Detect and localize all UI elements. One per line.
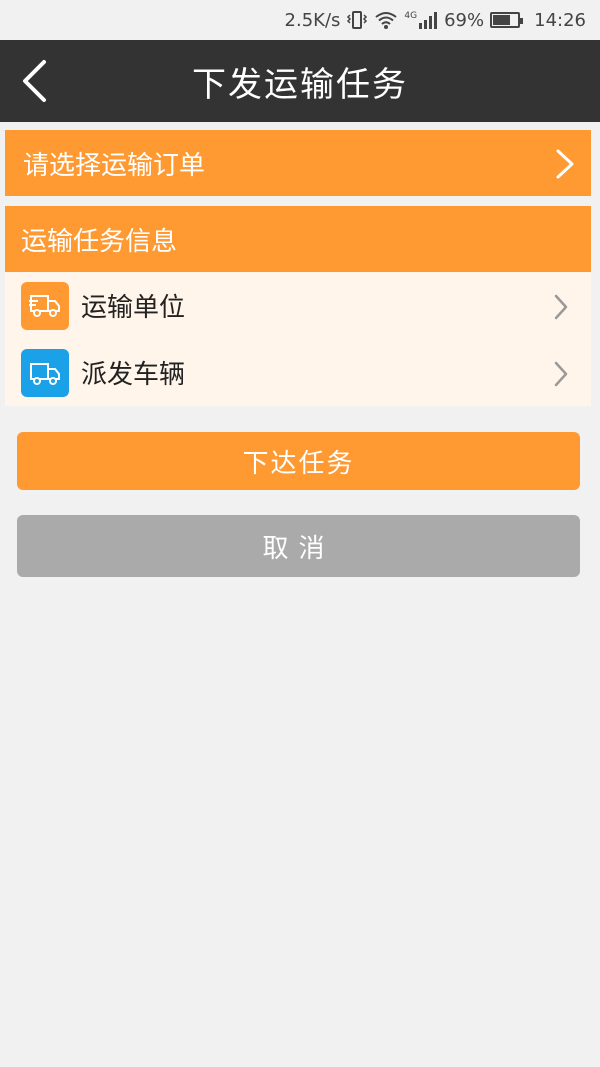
title-bar: 下发运输任务 xyxy=(0,40,600,122)
truck-icon xyxy=(21,348,69,397)
task-info-section: 运输任务信息 运输单位 派发车辆 xyxy=(5,206,591,406)
dispatch-vehicle-label: 派发车辆 xyxy=(81,360,186,390)
wifi-icon xyxy=(374,10,398,30)
select-order-label: 请选择运输订单 xyxy=(23,150,206,181)
chevron-left-icon xyxy=(23,60,46,102)
transport-unit-row[interactable]: 运输单位 xyxy=(5,272,591,339)
chevron-right-icon xyxy=(554,361,568,387)
battery-fill xyxy=(493,15,510,25)
network-type: 4G xyxy=(404,11,418,21)
issue-task-button[interactable]: 下达任务 xyxy=(17,432,580,490)
battery-icon xyxy=(490,12,524,28)
back-button[interactable] xyxy=(6,52,62,110)
battery-percent: 69% xyxy=(444,9,485,31)
vibrate-icon xyxy=(346,10,368,30)
signal-icon: 4G xyxy=(404,11,438,29)
page-title: 下发运输任务 xyxy=(192,64,408,105)
chevron-right-icon xyxy=(556,149,574,179)
task-info-header: 运输任务信息 xyxy=(5,206,591,272)
chevron-right-icon xyxy=(554,294,568,320)
dispatch-vehicle-row[interactable]: 派发车辆 xyxy=(5,339,591,406)
delivery-truck-icon xyxy=(21,281,69,330)
transport-unit-label: 运输单位 xyxy=(81,293,186,323)
status-bar: 2.5K/s 4G 69% 14:26 xyxy=(0,0,600,40)
clock: 14:26 xyxy=(534,9,586,31)
select-order-row[interactable]: 请选择运输订单 xyxy=(5,130,591,196)
net-speed: 2.5K/s xyxy=(284,9,341,31)
cancel-button[interactable]: 取消 xyxy=(17,515,580,577)
